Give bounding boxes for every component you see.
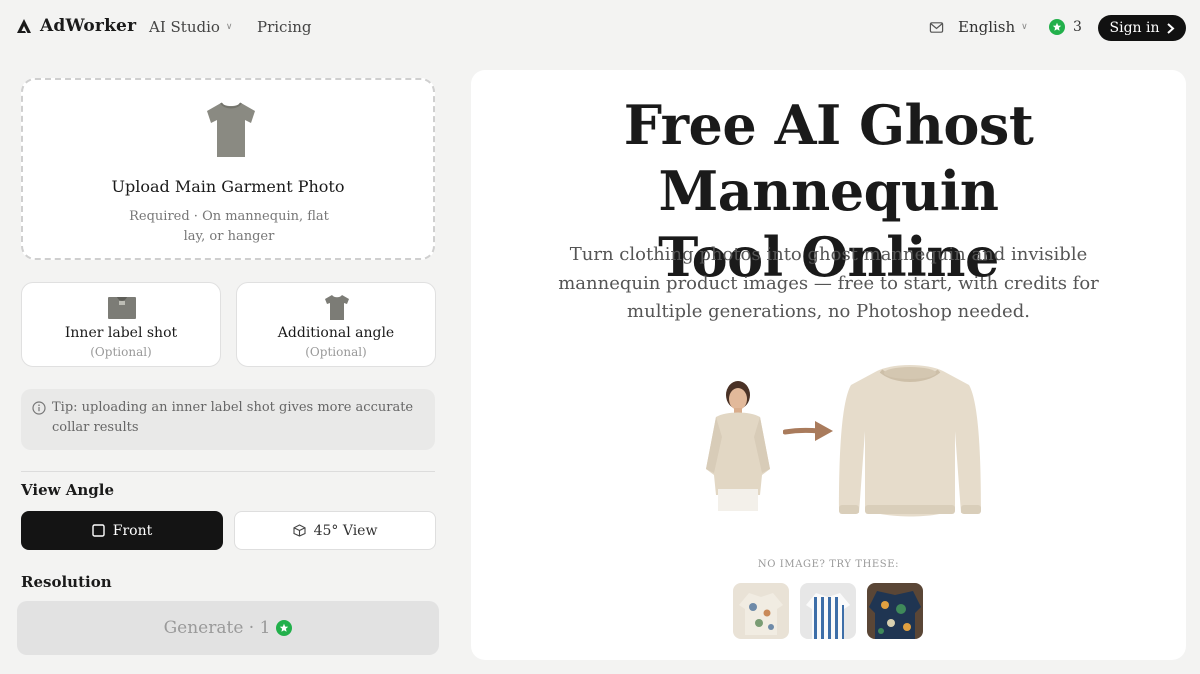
upload-main-garment-dropzone[interactable]: Upload Main Garment Photo Required · On … [21,78,435,260]
upload-additional-angle-card[interactable]: Additional angle (Optional) [236,282,436,367]
logo-text: AdWorker [40,16,137,36]
inner-label-title: Inner label shot [64,325,178,341]
hero-panel: Free AI Ghost Mannequin Tool Online Turn… [471,70,1186,660]
view-45-label: 45° View [313,522,378,539]
sample-thumb-striped-shirt[interactable] [800,583,856,639]
sample-thumb-floral-shirt[interactable] [733,583,789,639]
upload-inner-label-card[interactable]: Inner label shot (Optional) [21,282,221,367]
sign-in-label: Sign in [1109,20,1160,36]
generate-label: Generate · 1 [163,618,271,638]
arrow-right-icon [783,421,833,441]
label-icon [108,297,136,319]
hero-subtitle: Turn clothing photos into ghost mannequi… [558,244,1099,322]
nav-pricing-label: Pricing [257,18,312,36]
logo[interactable]: AdWorker [16,16,136,36]
model-photo [702,377,777,511]
chevron-down-icon: ∨ [1021,22,1028,32]
additional-angle-title: Additional angle [277,325,395,341]
try-samples-label: NO IMAGE? TRY THESE: [757,559,900,570]
section-divider [21,471,435,472]
upload-title: Upload Main Garment Photo [111,177,345,196]
tshirt-icon [207,102,255,157]
tip-box: Tip: uploading an inner label shot gives… [21,389,435,450]
chevron-down-icon: ∨ [225,22,233,32]
nav-ai-studio-label: AI Studio [149,18,220,36]
view-front-label: Front [112,522,153,539]
square-icon [92,524,105,537]
tip-text: Tip: uploading an inner label shot gives… [52,400,414,435]
view-front-button[interactable]: Front [21,511,223,550]
language-label: English [958,18,1016,36]
top-nav: AdWorker AI Studio ∨ Pricing English ∨ 3… [0,0,1200,56]
resolution-label: Resolution [21,573,112,591]
language-selector[interactable]: English ∨ [958,18,1028,36]
info-icon [32,401,46,415]
nav-pricing[interactable]: Pricing [257,18,312,36]
nav-ai-studio[interactable]: AI Studio ∨ [149,18,233,36]
credits-count: 3 [1073,19,1082,35]
credit-star-icon [276,620,293,636]
sign-in-button[interactable]: Sign in [1098,15,1186,41]
view-45-button[interactable]: 45° View [234,511,436,550]
ghost-mannequin-sweater [839,365,981,517]
cube-icon [293,524,306,537]
logo-icon [17,19,31,33]
inner-label-optional: (Optional) [90,345,152,359]
sample-thumb-tropical-shirt[interactable] [867,583,923,639]
tshirt-icon [325,295,349,320]
generate-button[interactable]: Generate · 1 [17,601,439,655]
mail-icon[interactable] [929,20,944,35]
view-angle-label: View Angle [21,481,115,499]
hero-title-line1: Free AI Ghost Mannequin [623,93,1034,223]
additional-angle-optional: (Optional) [305,345,367,359]
upload-subtitle: Required · On mannequin, flat lay, or ha… [129,209,329,244]
chevron-right-icon [1166,22,1174,34]
credits-counter[interactable]: 3 [1049,19,1082,35]
credit-star-icon [1049,19,1065,35]
